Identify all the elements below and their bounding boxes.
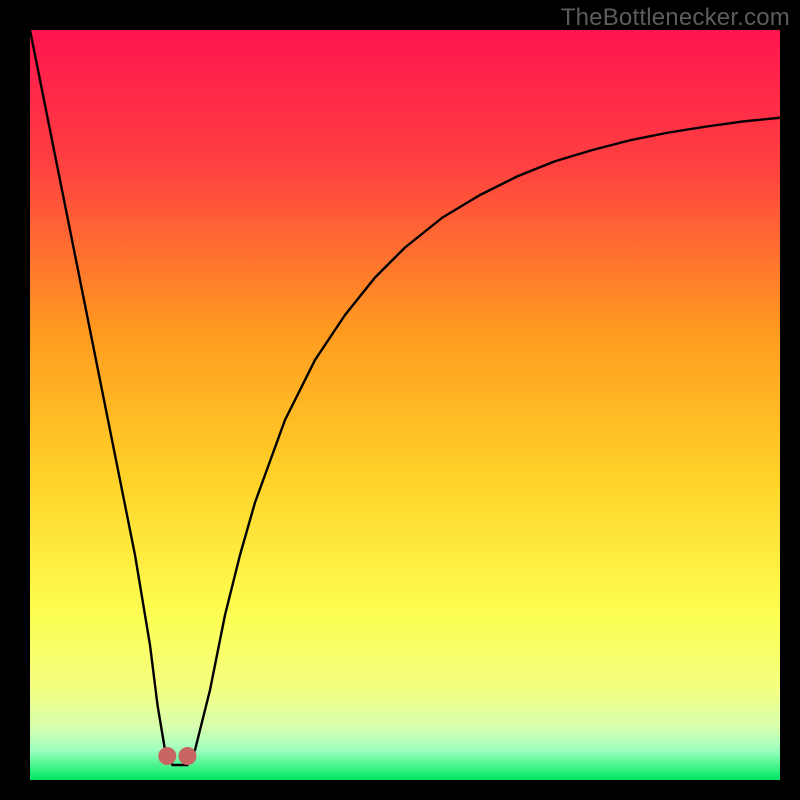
curve-marker	[158, 747, 176, 765]
chart-frame: TheBottlenecker.com	[0, 0, 800, 800]
plot-area	[30, 30, 780, 780]
curve-marker	[179, 747, 197, 765]
gradient-background	[30, 30, 780, 780]
plot-svg	[30, 30, 780, 780]
watermark-text: TheBottlenecker.com	[561, 4, 790, 32]
